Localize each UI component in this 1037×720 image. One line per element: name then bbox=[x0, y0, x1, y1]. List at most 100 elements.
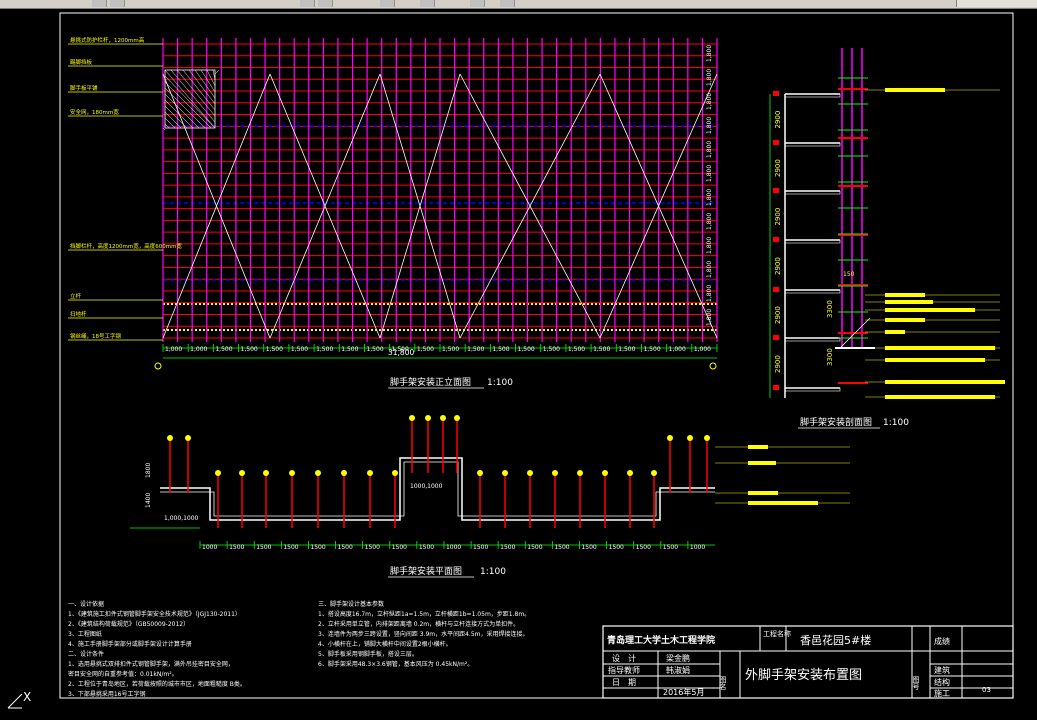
section-floor-marker bbox=[773, 188, 779, 193]
vertical-dimension: 1,800 bbox=[706, 93, 713, 110]
note-line-2: 6、脚手架采用48.3×3.6钢管，基本风压为 0.45kN/m²。 bbox=[318, 660, 473, 668]
plan-standard-head bbox=[315, 470, 321, 476]
elevation-title: 脚手架安装正立面图 bbox=[390, 376, 471, 388]
axis-marker bbox=[709, 362, 717, 370]
axis-marker bbox=[154, 362, 162, 370]
hatch-line bbox=[164, 87, 206, 129]
plan-bay-dimension: 1500 bbox=[338, 544, 353, 551]
total-dimension: 31,800 bbox=[388, 348, 414, 357]
plan-bay-dimension: 1500 bbox=[392, 544, 407, 551]
toolbar-button[interactable] bbox=[300, 0, 315, 7]
bay-dimension: 1,500 bbox=[366, 346, 383, 353]
bay-dimension: 1,500 bbox=[442, 346, 459, 353]
note-line-1: 1、《建筑施工扣件式钢管脚手架安全技术规范》（JGJ130-2011） bbox=[68, 610, 241, 618]
section-floor-marker bbox=[773, 385, 779, 390]
toolbar-button[interactable] bbox=[470, 0, 485, 7]
section-dimension: 2900 bbox=[774, 159, 782, 177]
callout-text: 扫地杆 bbox=[70, 310, 87, 318]
school-name: 青岛理工大学土木工程学院 bbox=[607, 634, 715, 646]
callout-text: 悬挑式防护栏杆，1200mm高 bbox=[70, 36, 145, 44]
section-dimension-bottom: 3300 bbox=[826, 300, 834, 318]
plan-bay-dimension: 1500 bbox=[310, 544, 325, 551]
note-line-1: 3、工程图纸 bbox=[68, 630, 102, 638]
bay-dimension: 1,500 bbox=[467, 346, 484, 353]
section-title: 脚手架安装剖面图 bbox=[800, 416, 872, 428]
section-floor-marker bbox=[773, 335, 779, 340]
section-floor-marker bbox=[773, 237, 779, 242]
vertical-dimension: 1,800 bbox=[706, 45, 713, 62]
toolbar-button[interactable] bbox=[318, 0, 333, 7]
section-top-dimension: 150 bbox=[843, 271, 855, 278]
note-line-2: 3、连墙件为两步三跨设置，竖向间距 3.9m，水平间距4.5m，采用焊接连接。 bbox=[318, 630, 529, 638]
bay-dimension: 1,000 bbox=[694, 346, 711, 353]
plan-bay-dimension: 1500 bbox=[419, 544, 434, 551]
plan-bay-dimension: 1500 bbox=[527, 544, 542, 551]
plan-left-dimension: 1,000,1000 bbox=[164, 515, 199, 522]
section-dimension: 2900 bbox=[774, 208, 782, 226]
vertical-dimension: 1,800 bbox=[706, 165, 713, 182]
plan-bay-dimension: 1500 bbox=[663, 544, 678, 551]
discipline-construction: 施工 bbox=[934, 688, 950, 698]
callout-text: 立杆 bbox=[70, 292, 82, 300]
plan-bay-dimension: 1500 bbox=[473, 544, 488, 551]
vertical-dimension: 1,800 bbox=[706, 285, 713, 302]
plan-bay-dimension: 1500 bbox=[581, 544, 596, 551]
drawing-canvas[interactable]: 1,000 1,000 1,500 1,500 1,500 1,500 1,500 1,500… bbox=[0, 8, 1037, 720]
design-notes-2: 三、脚手架设计基本参数 1、搭设高度16.7m，立杆纵距1a=1.5m，立杆横距1… bbox=[318, 600, 530, 668]
callout-text: 挡脚栏杆，高度1200mm宽，高度600mm宽 bbox=[70, 242, 182, 250]
score-label: 成绩 bbox=[934, 636, 950, 646]
elevation-scale: 1:100 bbox=[487, 378, 513, 388]
plan-standard-head bbox=[577, 470, 583, 476]
design-notes-1: 一、设计依据 1、《建筑施工扣件式钢管脚手架安全技术规范》（JGJ130-2011… bbox=[68, 600, 246, 698]
plan-bay-dimension: 1500 bbox=[365, 544, 380, 551]
plan-scale: 1:100 bbox=[480, 567, 506, 577]
toolbar-button[interactable] bbox=[92, 0, 107, 7]
vertical-dimension: 1,800 bbox=[706, 213, 713, 230]
toolbar-button[interactable] bbox=[420, 0, 435, 7]
bay-dimension: 1,500 bbox=[417, 346, 434, 353]
plan-standard-head bbox=[341, 470, 347, 476]
vertical-dimension: 1,800 bbox=[706, 189, 713, 206]
plan-vertical-dimension: 1400 bbox=[145, 493, 152, 508]
plan-standard-head bbox=[667, 435, 673, 441]
plan-standard-head bbox=[602, 470, 608, 476]
ucs-icon: X bbox=[7, 690, 31, 709]
vertical-dimension: 1,800 bbox=[706, 237, 713, 254]
plan-bay-dimension: 1500 bbox=[554, 544, 569, 551]
plan-standard-head bbox=[477, 470, 483, 476]
plan-standard-head bbox=[687, 435, 693, 441]
section-floor-marker bbox=[773, 140, 779, 145]
plan-bay-dimension: 1500 bbox=[500, 544, 515, 551]
hatch-line bbox=[176, 69, 216, 117]
section-dimension: 2900 bbox=[774, 257, 782, 275]
plan-standard-head bbox=[627, 470, 633, 476]
section-floor-marker bbox=[773, 287, 779, 292]
plan-standard-head bbox=[263, 470, 269, 476]
note-line-2: 1、搭设高度16.7m，立杆纵距1a=1.5m，立杆横距1b=1.05m，步距1… bbox=[318, 610, 530, 618]
toolbar-button[interactable] bbox=[380, 0, 395, 7]
plan-standard-head bbox=[215, 470, 221, 476]
plan-bay-dimension: 1000 bbox=[202, 544, 217, 551]
note-line-1: 4、施工手册脚手架部分或脚手架设计计算手册 bbox=[68, 640, 192, 648]
plan-standard-head bbox=[454, 415, 460, 421]
section-dimension-bottom: 3300 bbox=[826, 348, 834, 366]
plan-vertical-dimension: 1800 bbox=[145, 463, 152, 478]
hatch-line bbox=[194, 69, 216, 99]
callout-text: 踢脚挡板 bbox=[70, 58, 93, 66]
bay-dimension: 1,500 bbox=[492, 346, 509, 353]
vertical-dimension: 1,800 bbox=[706, 261, 713, 278]
plan-standard-head bbox=[367, 470, 373, 476]
date-value: 2016年5月 bbox=[663, 687, 704, 697]
note-line-1: 2、工程位于青岛地区，若荷载按照的城市市区，地面粗糙度 B类。 bbox=[68, 680, 246, 688]
toolbar-button[interactable] bbox=[110, 0, 125, 7]
note-line-1: 一、设计依据 bbox=[68, 600, 104, 608]
bay-dimension: 1,500 bbox=[215, 346, 232, 353]
bay-dimension: 1,500 bbox=[241, 346, 258, 353]
plan-bay-dimension: 1500 bbox=[609, 544, 624, 551]
bay-dimension: 1,000 bbox=[165, 346, 182, 353]
note-line-2: 三、脚手架设计基本参数 bbox=[318, 600, 384, 608]
plan-standard-head bbox=[289, 470, 295, 476]
toolbar-button[interactable] bbox=[500, 0, 515, 7]
toolbar-scroll[interactable] bbox=[956, 0, 1037, 7]
hatch-line bbox=[164, 81, 212, 129]
